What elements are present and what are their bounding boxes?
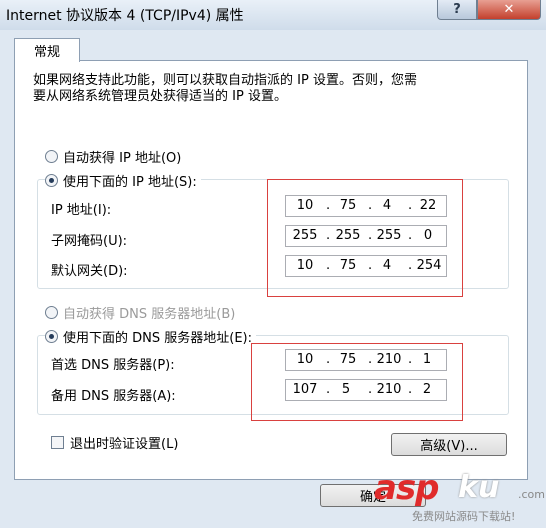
preferred-dns-label: 首选 DNS 服务器(P): xyxy=(51,358,175,373)
watermark-brand: asp xyxy=(374,468,440,508)
validate-on-exit-label: 退出时验证设置(L) xyxy=(70,437,179,452)
watermark-brand-2: ku xyxy=(458,470,500,505)
alternate-dns-label: 备用 DNS 服务器(A): xyxy=(51,389,176,404)
watermark-subtitle: 免费网站源码下载站! xyxy=(412,510,516,523)
validate-on-exit-checkbox[interactable]: 退出时验证设置(L) xyxy=(51,433,178,452)
advanced-button[interactable]: 高级(V)... xyxy=(391,433,507,456)
close-icon: ✕ xyxy=(503,2,515,17)
radio-auto-dns-label: 自动获得 DNS 服务器地址(B) xyxy=(63,307,236,322)
dns-highlight-box xyxy=(251,343,463,421)
watermark-logo: asp ku .com 免费网站源码下载站! xyxy=(372,468,545,528)
radio-manual-dns-indicator xyxy=(45,330,58,343)
radio-manual-dns[interactable]: 使用下面的 DNS 服务器地址(E): xyxy=(45,327,256,346)
radio-auto-ip-label: 自动获得 IP 地址(O) xyxy=(63,151,182,166)
watermark-suffix: .com xyxy=(518,488,545,501)
title-bar: Internet 协议版本 4 (TCP/IPv4) 属性 ? ✕ xyxy=(0,0,546,30)
ip-address-label: IP 地址(I): xyxy=(51,203,112,218)
window-title: Internet 协议版本 4 (TCP/IPv4) 属性 xyxy=(6,8,244,24)
general-panel: 如果网络支持此功能，则可以获取自动指派的 IP 设置。否则，您需 要从网络系统管… xyxy=(14,60,528,480)
help-button[interactable]: ? xyxy=(437,0,477,20)
radio-manual-ip[interactable]: 使用下面的 IP 地址(S): xyxy=(45,171,201,190)
radio-auto-dns[interactable]: 自动获得 DNS 服务器地址(B) xyxy=(45,303,235,322)
radio-auto-ip-indicator xyxy=(45,150,58,163)
help-icon: ? xyxy=(453,2,461,17)
default-gateway-label: 默认网关(D): xyxy=(51,264,128,279)
ip-highlight-box xyxy=(267,179,463,297)
radio-manual-ip-indicator xyxy=(45,174,58,187)
description-text: 如果网络支持此功能，则可以获取自动指派的 IP 设置。否则，您需 要从网络系统管… xyxy=(33,73,417,104)
tab-strip: 常规 xyxy=(8,30,538,62)
radio-manual-dns-label: 使用下面的 DNS 服务器地址(E): xyxy=(63,331,252,346)
checkbox-indicator xyxy=(51,436,64,449)
tab-general[interactable]: 常规 xyxy=(14,38,80,62)
subnet-mask-label: 子网掩码(U): xyxy=(51,234,128,249)
radio-manual-ip-label: 使用下面的 IP 地址(S): xyxy=(63,175,197,190)
close-button[interactable]: ✕ xyxy=(477,0,541,20)
radio-auto-dns-indicator xyxy=(45,306,58,319)
radio-auto-ip[interactable]: 自动获得 IP 地址(O) xyxy=(45,147,181,166)
